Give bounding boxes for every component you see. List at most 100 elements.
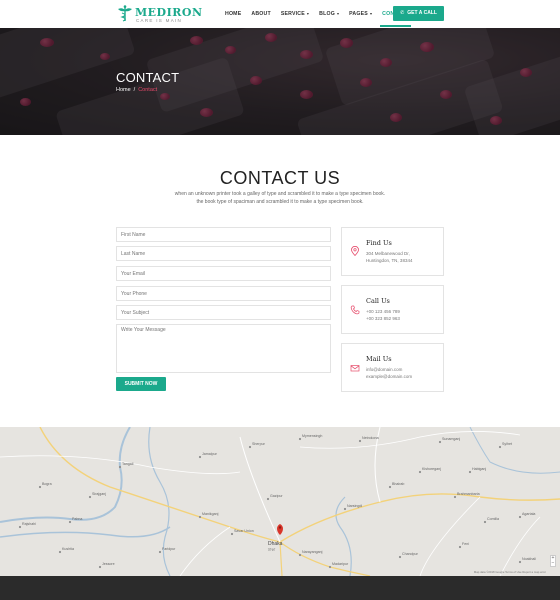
chevron-down-icon: ▾ [336,11,340,16]
map-place-dot [398,555,402,559]
map-place-dot [518,560,522,564]
map-place-dot [298,437,302,441]
nav-item-service[interactable]: SERVICE ▾ [276,0,314,28]
subject-field[interactable] [116,305,331,320]
map-place-label: Sunamganj [442,437,460,441]
phone-icon: ✆ [400,10,405,16]
location-pin-icon[interactable] [277,524,283,535]
mail-icon [350,365,360,372]
message-field[interactable] [116,324,331,373]
address-line-2: Huntingdon, TN, 38344 [366,258,413,263]
map-place-label: Sylhet [502,442,512,446]
map-place-dot [498,445,502,449]
intro-line-2: the book type of spaciman and scrambled … [196,199,364,205]
map-place-label: Chandpur [402,552,419,556]
map-place-label: Madaripur [332,562,349,566]
email-address-1[interactable]: info@domain.com [366,367,402,372]
nav-item-home[interactable]: HOME [220,0,246,28]
map-place-dot [58,550,62,554]
map-place-dot [518,515,522,519]
map-pin-icon [351,246,359,256]
map-place-label: Netrokona [362,436,379,440]
map-place-label: Agartala [522,512,535,516]
page-banner: CONTACT Home / Contact [0,28,560,135]
map-place-dot [248,445,252,449]
nav-item-label: HOME [225,11,242,17]
map-place-dot [38,485,42,489]
email-address-2[interactable]: example@domain.com [366,374,412,379]
map-place-dot [453,495,457,499]
nav-item-label: ABOUT [251,11,271,17]
nav-item-blog[interactable]: BLOG ▾ [314,0,344,28]
map-place-label: Feni [462,542,469,546]
map-place-dot [343,507,347,511]
email-field[interactable] [116,266,331,281]
map-place-label: Comilla [487,517,499,521]
breadcrumb-separator: / [133,87,136,93]
map-place-dot [198,455,202,459]
main-nav: HOMEABOUTSERVICE▾BLOG▾PAGES▾CONTACT [220,0,414,28]
map-place-dot [98,565,102,569]
map-zoom-control[interactable]: + − [550,555,556,567]
map-place-label: Kushtia [62,547,74,551]
map-place-label: Jessore [102,562,115,566]
nav-item-label: SERVICE [280,11,305,17]
map-place-label: Bhairab [392,482,404,486]
call-us-title: Call Us [366,297,390,305]
map-city-sub-label: ঢাকা [267,547,276,552]
intro-line-1: when an unknown printer took a galley of… [174,191,386,197]
map-place-label: Rajshahi [22,522,36,526]
map-place-label: Gazipur [270,494,283,498]
map-place-dot [158,550,162,554]
section-title: CONTACT US [219,168,341,188]
map-place-label: Tangail [122,462,134,466]
caduceus-icon [118,5,132,22]
first-name-field[interactable] [116,227,331,242]
breadcrumb-home-link[interactable]: Home [116,87,131,93]
page-title: CONTACT [116,70,180,85]
nav-item-label: PAGES [349,11,368,17]
map-place-label: Manikganj [202,512,219,516]
logo[interactable]: MEDIRON CARE IS MAIN [117,5,202,25]
phone-number-2[interactable]: +00 323 852 963 [366,316,400,321]
nav-item-pages[interactable]: PAGES ▾ [344,0,377,28]
map-place-label: Sherpur [252,442,266,446]
nav-item-label: BLOG [319,11,335,17]
phone-field[interactable] [116,286,331,301]
get-a-call-label: GET A CALL [407,10,437,16]
phone-number-1[interactable]: +00 123 456 789 [366,309,400,314]
footer-bar [0,576,560,600]
map-place-label: Jamalpur [202,452,218,456]
map-place-label: Kishoreganj [422,467,441,471]
get-a-call-button[interactable]: ✆ GET A CALL [393,6,444,21]
map-place-label: Narsingdi [347,504,362,508]
find-us-card: Find Us 304 Melbanewood Dr, Huntingdon, … [341,227,444,276]
brand-tagline: CARE IS MAIN [136,18,183,23]
map-place-dot [468,470,472,474]
map-place-label: Brahmanbaria [457,492,480,496]
submit-button[interactable]: SUBMIT NOW [116,377,166,391]
map-place-dot [418,470,422,474]
map-place-dot [388,485,392,489]
location-map[interactable]: Dhaka ঢাকা Mymensingh Netrokona Tangail Sir… [0,427,560,576]
mail-us-card: Mail Us info@domain.com example@domain.c… [341,343,444,392]
mail-us-title: Mail Us [366,355,392,363]
section-intro: when an unknown printer took a galley of… [0,190,560,206]
map-place-label: Noakhali [522,557,536,561]
map-place-label: Pabna [72,517,82,521]
map-place-dot [198,515,202,519]
map-place-dot [328,565,332,569]
breadcrumb: Home / Contact [116,87,157,93]
map-place-label: Narayanganj [302,550,323,554]
map-place-dot [266,497,270,501]
map-place-label: Bogra [42,482,52,486]
last-name-field[interactable] [116,246,331,261]
map-place-dot [18,525,22,529]
nav-item-about[interactable]: ABOUT [246,0,275,28]
map-place-dot [230,532,234,536]
map-place-dot [438,440,442,444]
map-place-label: Sirajganj [92,492,106,496]
map-canvas: Dhaka ঢাকা Mymensingh NetrokonaTangailSir… [0,427,560,576]
map-place-dot [118,465,122,469]
map-place-label: Habiganj [472,467,486,471]
